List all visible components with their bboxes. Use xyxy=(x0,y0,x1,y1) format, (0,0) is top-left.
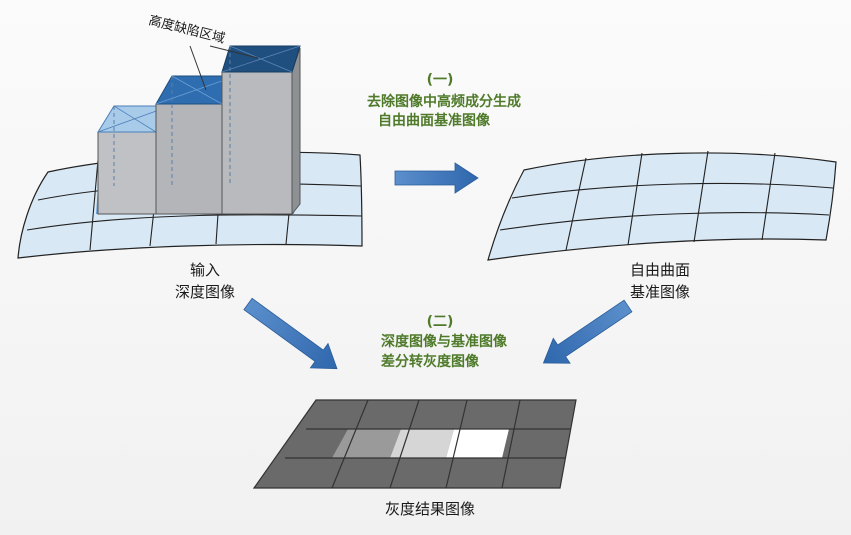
height-defect-annotation: 高度缺陷区域 xyxy=(147,12,227,46)
step2-line2: 差分转灰度图像 xyxy=(381,353,480,370)
step2-index: (二) xyxy=(427,314,454,330)
reference-surface xyxy=(487,152,837,261)
reference-label-line2: 基准图像 xyxy=(630,283,690,301)
input-label-line1: 输入 xyxy=(190,261,220,279)
arrow-down-right xyxy=(243,297,338,370)
defect-prism-tall xyxy=(221,45,301,216)
result-gray-image xyxy=(252,399,577,489)
result-cell-white xyxy=(446,429,509,458)
input-depth-image xyxy=(17,45,363,259)
reference-label-line1: 自由曲面 xyxy=(630,261,690,279)
reference-image xyxy=(487,150,837,261)
result-label: 灰度结果图像 xyxy=(385,500,475,518)
input-label-line2: 深度图像 xyxy=(175,283,235,301)
arrow-right xyxy=(394,162,479,194)
arrow-down-left xyxy=(542,299,633,364)
step2-line1: 深度图像与基准图像 xyxy=(381,333,508,350)
step1-line1: 去除图像中高频成分生成 xyxy=(367,93,521,110)
process-diagram: 高度缺陷区域 (一) 去除图像中高频成分生成 自由曲面基准图像 (二) 深度图像… xyxy=(17,12,837,518)
result-cell-lightgray xyxy=(390,429,454,458)
step1-index: (一) xyxy=(427,72,454,88)
step1-line2: 自由曲面基准图像 xyxy=(378,112,491,129)
